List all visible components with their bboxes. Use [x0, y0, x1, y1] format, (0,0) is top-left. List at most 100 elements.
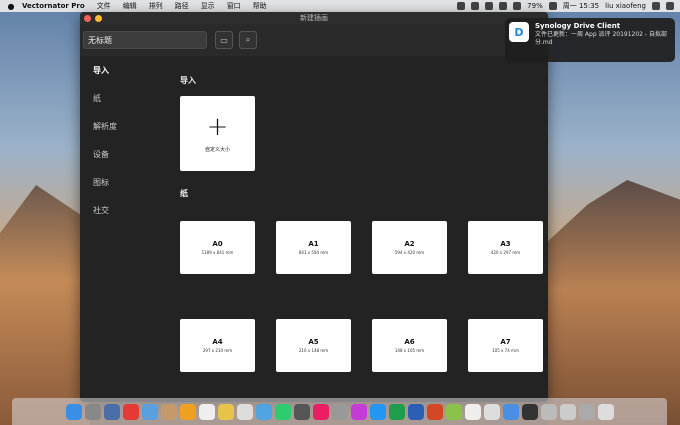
keyboard-icon: ▭	[220, 35, 228, 45]
notification-text: Synology Drive Client 文件已更新：一周 App 派评 20…	[535, 22, 671, 58]
custom-size-card[interactable]: + 自定义大小	[180, 96, 255, 171]
dock-app-icon[interactable]	[445, 403, 462, 420]
template-area: 导入 + 自定义大小 纸 A0 1189 x 841 mm A1 841 x 5…	[168, 56, 548, 402]
menubar-status-area: 79% 周一 15:35 liu xiaofeng	[457, 1, 680, 11]
dock-app-icon[interactable]	[521, 403, 538, 420]
menubar: ● Vectornator Pro 文件 编辑 排列 路径 显示 窗口 帮助 7…	[0, 0, 680, 12]
paper-card-a6[interactable]: A6 148 x 105 mm	[372, 319, 447, 372]
paper-name: A2	[404, 240, 415, 248]
menu-help[interactable]: 帮助	[253, 1, 267, 11]
paper-size: 594 x 420 mm	[394, 250, 425, 255]
tray-app-icon[interactable]	[485, 2, 494, 10]
paper-card-a3[interactable]: A3 420 x 297 mm	[468, 221, 543, 274]
dock-app-icon[interactable]	[141, 403, 158, 420]
window-titlebar: 新建插画	[80, 12, 548, 24]
sidebar-item-device[interactable]: 设备	[80, 148, 168, 176]
paper-size: 420 x 297 mm	[490, 250, 521, 255]
menu-file[interactable]: 文件	[97, 1, 111, 11]
menu-arrange[interactable]: 排列	[149, 1, 163, 11]
sidebar-item-social[interactable]: 社交	[80, 204, 168, 232]
sidebar-item-import[interactable]: 导入	[80, 64, 168, 92]
paper-card-a1[interactable]: A1 841 x 594 mm	[276, 221, 351, 274]
menu-app-name[interactable]: Vectornator Pro	[22, 2, 85, 10]
search-icon: ⌕	[245, 35, 251, 44]
dock-app-icon[interactable]	[502, 403, 519, 420]
menu-window[interactable]: 窗口	[227, 1, 241, 11]
notification-banner[interactable]: D Synology Drive Client 文件已更新：一周 App 派评 …	[505, 18, 675, 62]
paper-name: A1	[308, 240, 319, 248]
dock-app-icon[interactable]	[388, 403, 405, 420]
plus-icon: +	[206, 112, 229, 142]
sidebar: 导入 纸 解析度 设备 图标 社交	[80, 56, 168, 402]
battery-icon[interactable]	[548, 2, 557, 10]
tray-app-icon[interactable]	[471, 2, 480, 10]
new-illustration-window: 新建插画 ▭ ⌕ 导入 纸 解析度 设备 图标 社交 导入 + 自定义大小 纸 …	[80, 12, 548, 402]
dock-app-icon[interactable]	[426, 403, 443, 420]
tray-app-icon[interactable]	[499, 2, 508, 10]
dock-app-icon[interactable]	[578, 403, 595, 420]
dock-app-icon[interactable]	[293, 403, 310, 420]
control-center-icon[interactable]	[666, 2, 674, 10]
paper-size: 210 x 148 mm	[298, 348, 329, 353]
window-body: 导入 纸 解析度 设备 图标 社交 导入 + 自定义大小 纸 A0 1189 x…	[80, 56, 548, 402]
paper-card-a2[interactable]: A2 594 x 420 mm	[372, 221, 447, 274]
tray-app-icon[interactable]	[457, 2, 466, 10]
dock-app-icon[interactable]	[331, 403, 348, 420]
paper-card-a7[interactable]: A7 105 x 74 mm	[468, 319, 543, 372]
synology-drive-icon: D	[509, 22, 529, 42]
custom-size-label: 自定义大小	[204, 147, 230, 153]
clock[interactable]: 周一 15:35	[563, 1, 599, 11]
sidebar-item-icon[interactable]: 图标	[80, 176, 168, 204]
paper-name: A3	[500, 240, 511, 248]
menu-path[interactable]: 路径	[175, 1, 189, 11]
apple-icon[interactable]: ●	[0, 2, 22, 11]
paper-size: 1189 x 841 mm	[201, 250, 234, 255]
paper-name: A0	[212, 240, 223, 248]
dock-app-icon[interactable]	[464, 403, 481, 420]
dock-app-icon[interactable]	[179, 403, 196, 420]
paper-size: 105 x 74 mm	[492, 348, 519, 353]
user-name[interactable]: liu xiaofeng	[605, 2, 646, 10]
paper-name: A5	[308, 338, 319, 346]
dock-app-icon[interactable]	[312, 403, 329, 420]
battery-percent[interactable]: 79%	[527, 2, 543, 10]
dock-app-icon[interactable]	[255, 403, 272, 420]
dock-app-icon[interactable]	[217, 403, 234, 420]
section-title-paper: 纸	[180, 189, 188, 198]
dock-app-icon[interactable]	[350, 403, 367, 420]
search-button[interactable]: ⌕	[239, 31, 257, 49]
dock-app-icon[interactable]	[274, 403, 291, 420]
dock-app-icon[interactable]	[597, 403, 614, 420]
paper-name: A7	[500, 338, 511, 346]
document-name-input[interactable]	[83, 31, 207, 49]
keyboard-button[interactable]: ▭	[215, 31, 233, 49]
sidebar-item-paper[interactable]: 纸	[80, 92, 168, 120]
paper-name: A4	[212, 338, 223, 346]
menu-edit[interactable]: 编辑	[123, 1, 137, 11]
sidebar-item-resolution[interactable]: 解析度	[80, 120, 168, 148]
dock-app-icon[interactable]	[369, 403, 386, 420]
dock-app-icon[interactable]	[483, 403, 500, 420]
paper-name: A6	[404, 338, 415, 346]
dock-app-icon[interactable]	[160, 403, 177, 420]
dock-app-icon[interactable]	[559, 403, 576, 420]
paper-size: 148 x 105 mm	[394, 348, 425, 353]
dock-app-icon[interactable]	[236, 403, 253, 420]
dock-app-icon[interactable]	[84, 403, 101, 420]
dock-app-icon[interactable]	[122, 403, 139, 420]
menu-view[interactable]: 显示	[201, 1, 215, 11]
paper-card-a5[interactable]: A5 210 x 148 mm	[276, 319, 351, 372]
dock-app-icon[interactable]	[65, 403, 82, 420]
paper-size: 297 x 210 mm	[202, 348, 233, 353]
paper-size: 841 x 594 mm	[298, 250, 329, 255]
spotlight-icon[interactable]	[652, 2, 660, 10]
paper-card-a0[interactable]: A0 1189 x 841 mm	[180, 221, 255, 274]
dock-app-icon[interactable]	[103, 403, 120, 420]
section-title-import: 导入	[180, 76, 196, 85]
dock-app-icon[interactable]	[407, 403, 424, 420]
paper-card-a4[interactable]: A4 297 x 210 mm	[180, 319, 255, 372]
wifi-icon[interactable]	[513, 2, 522, 10]
window-title: 新建插画	[300, 14, 328, 22]
dock-app-icon[interactable]	[540, 403, 557, 420]
dock-app-icon[interactable]	[198, 403, 215, 420]
